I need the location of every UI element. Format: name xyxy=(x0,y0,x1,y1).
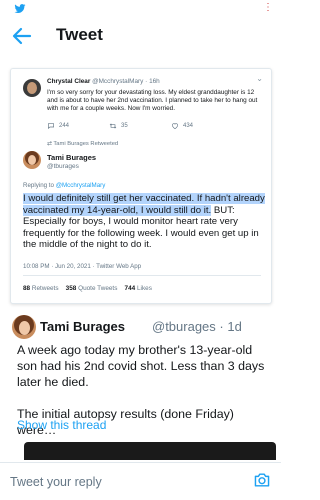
reply-context-text: I'm so very sorry for your devastating l… xyxy=(47,89,258,112)
divider xyxy=(23,275,261,276)
reply-bar xyxy=(0,462,281,500)
avatar[interactable] xyxy=(23,79,41,97)
replying-to-link[interactable]: @McchrystalMary xyxy=(56,182,106,189)
retweet-icon xyxy=(109,123,117,129)
reply-context-name: Chrystal Clear xyxy=(47,78,91,85)
reply-count: 244 xyxy=(59,123,70,129)
like-count: 434 xyxy=(183,123,194,129)
retweeted-by: ⇄ Tami Burages Retweeted xyxy=(47,141,119,147)
like-icon xyxy=(171,123,179,130)
back-arrow-icon[interactable] xyxy=(10,24,34,48)
author-name[interactable]: Tami Burages xyxy=(40,319,125,334)
quote-tweets-stat[interactable]: 358 Quote Tweets xyxy=(66,285,118,292)
reply-context-handle: @McchrystalMary xyxy=(92,78,144,85)
camera-icon[interactable] xyxy=(253,472,271,488)
retweets-stat[interactable]: 88 Retweets xyxy=(23,285,59,292)
reply-icon xyxy=(48,123,54,130)
like-action[interactable]: 434 xyxy=(171,122,193,130)
reply-action[interactable]: 244 xyxy=(47,122,69,130)
menu-chevron-icon[interactable]: ⌄ xyxy=(256,74,263,83)
reply-context-time: 16h xyxy=(149,78,160,85)
top-bar: Tweet xyxy=(0,22,281,54)
tweet-stats: 88 Retweets 358 Quote Tweets 744 Likes xyxy=(23,285,152,292)
more-options-icon[interactable]: ⋮ xyxy=(263,3,273,13)
page-title: Tweet xyxy=(56,25,103,44)
tweet-media[interactable] xyxy=(24,442,276,460)
retweet-count: 35 xyxy=(121,123,128,129)
quoted-tweet-card[interactable]: Chrystal Clear @McchrystalMary · 16h ⌄ I… xyxy=(10,68,272,304)
author-handle: @tburages · 1d xyxy=(152,319,242,334)
status-bar: ⋮ xyxy=(0,0,281,22)
replying-to: Replying to @McchrystalMary xyxy=(23,182,106,189)
show-thread-link[interactable]: Show this thread xyxy=(17,418,106,432)
tweet-actions: 244 35 434 xyxy=(47,122,227,132)
reply-input[interactable] xyxy=(10,473,240,491)
reply-context-header: Chrystal Clear @McchrystalMary · 16h xyxy=(47,78,160,85)
tweet-timestamp: 10:08 PM · Jun 20, 2021 · Twitter Web Ap… xyxy=(23,263,142,270)
likes-stat[interactable]: 744 Likes xyxy=(125,285,152,292)
twitter-bird-icon xyxy=(14,4,26,13)
tweet-text: I would definitely still get her vaccina… xyxy=(23,193,267,251)
author-handle[interactable]: @tburages xyxy=(47,163,79,170)
avatar[interactable] xyxy=(12,315,36,339)
retweet-action[interactable]: 35 xyxy=(109,122,128,130)
author-name[interactable]: Tami Burages xyxy=(47,153,96,162)
retweet-icon: ⇄ xyxy=(47,141,52,147)
avatar[interactable] xyxy=(23,151,41,169)
